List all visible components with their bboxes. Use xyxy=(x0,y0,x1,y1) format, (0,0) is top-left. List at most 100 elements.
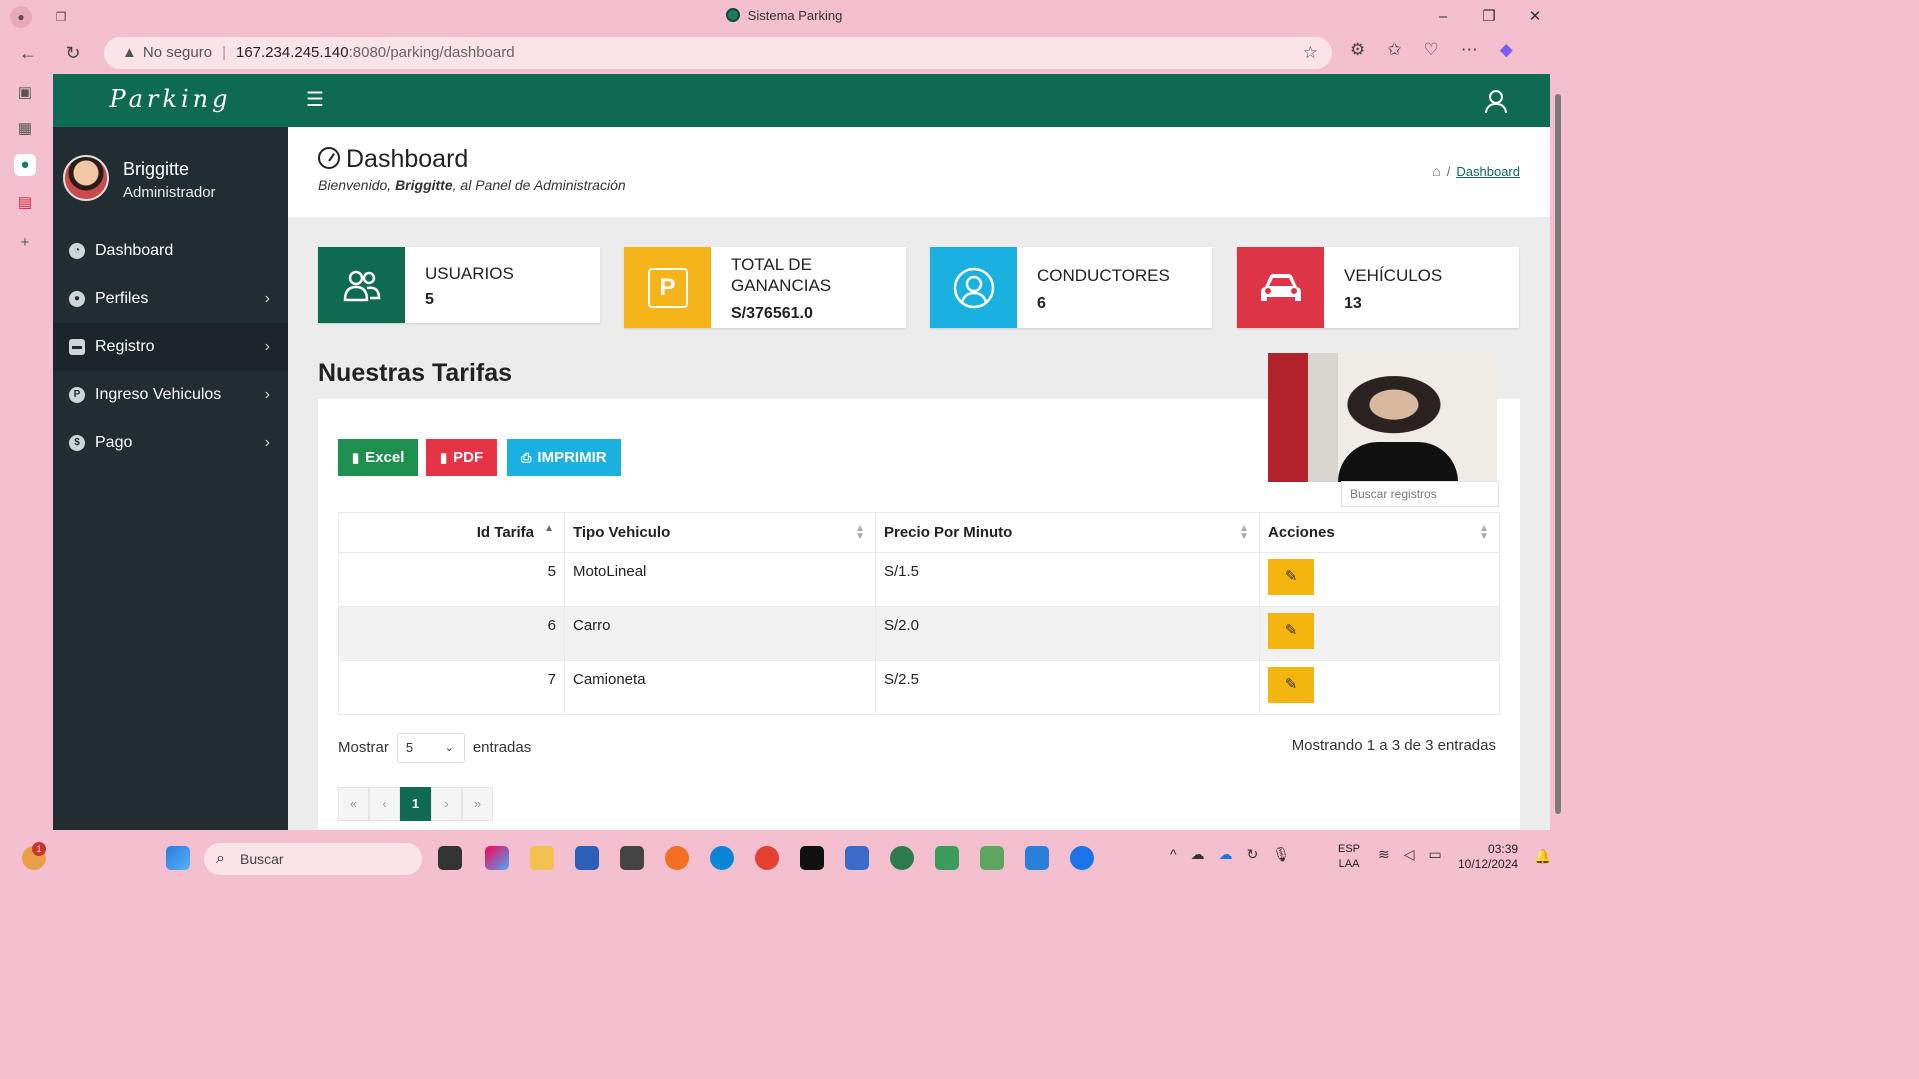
brand-logo[interactable]: Parking xyxy=(53,74,288,127)
user-account-icon[interactable] xyxy=(1484,89,1507,113)
stat-label: CONDUCTORES xyxy=(1037,266,1170,285)
more-menu-icon[interactable]: ⋯ xyxy=(1461,40,1478,60)
edge-icon[interactable] xyxy=(710,846,734,870)
table-row: 6 Carro S/2.0 ✎ xyxy=(338,606,1500,661)
column-header-id[interactable]: Id Tarifa ▲ xyxy=(338,512,565,553)
edit-pencil-button[interactable]: ✎ xyxy=(1268,559,1314,595)
file-explorer-icon[interactable] xyxy=(530,846,554,870)
reload-icon[interactable]: ↻ xyxy=(60,40,86,66)
tray-chevron-up-icon[interactable]: ^ xyxy=(1170,846,1177,863)
sidebar-item-pago[interactable]: $ Pago › xyxy=(53,419,288,467)
start-windows-icon[interactable] xyxy=(166,846,190,870)
notifications-bell-icon[interactable]: 🔔 xyxy=(1534,848,1551,865)
pager-last[interactable]: » xyxy=(462,787,493,821)
table-row: 7 Camioneta S/2.5 ✎ xyxy=(338,660,1500,715)
print-button[interactable]: ⎙ IMPRIMIR xyxy=(507,439,621,476)
copilot-icon[interactable]: ◆ xyxy=(1500,40,1513,60)
stat-label: VEHÍCULOS xyxy=(1344,266,1443,285)
volume-icon[interactable]: ◁ xyxy=(1404,846,1415,863)
breadcrumb: ⌂ / Dashboard xyxy=(1432,163,1520,179)
hs-app-icon[interactable] xyxy=(890,846,914,870)
welcome-text: Bienvenido, Briggitte, al Panel de Admin… xyxy=(318,177,626,193)
table-info: Mostrando 1 a 3 de 3 entradas xyxy=(1291,737,1496,754)
page-title: Dashboard xyxy=(318,145,468,174)
stat-label: TOTAL DE GANANCIAS xyxy=(731,255,832,295)
favorites-icon[interactable]: ✩ xyxy=(1387,40,1401,60)
pager-next[interactable]: › xyxy=(431,787,462,821)
sync-icon[interactable]: ↻ xyxy=(1247,846,1259,863)
dashboard-gauge-icon xyxy=(318,147,340,169)
microphone-icon[interactable]: 🎙 xyxy=(1272,846,1290,863)
dollar-icon: $ xyxy=(69,435,85,451)
restore-button[interactable]: ❐ xyxy=(1466,4,1512,30)
hamburger-menu-icon[interactable]: ☰ xyxy=(306,90,324,110)
cell-id: 7 xyxy=(338,660,565,715)
user-name: Briggitte xyxy=(123,159,190,179)
back-icon[interactable]: ← xyxy=(15,40,41,66)
sort-icon: ▲ ▼ xyxy=(1479,523,1489,542)
breadcrumb-dashboard-link[interactable]: Dashboard xyxy=(1456,164,1520,179)
clock[interactable]: 03:39 10/12/2024 xyxy=(1458,842,1518,872)
notes-app-icon[interactable] xyxy=(1025,846,1049,870)
sidebar-item-label: Ingreso Vehiculos xyxy=(95,386,222,403)
pager-first[interactable]: « xyxy=(338,787,369,821)
intellij-icon[interactable] xyxy=(800,846,824,870)
taskview-icon[interactable] xyxy=(438,846,462,870)
export-pdf-button[interactable]: ▮ PDF xyxy=(426,439,498,476)
taskbar-search[interactable]: ⌕ Buscar xyxy=(204,843,422,875)
copilot-app-icon[interactable] xyxy=(485,846,509,870)
stat-value: S/376561.0 xyxy=(731,305,813,322)
edit-pencil-button[interactable]: ✎ xyxy=(1268,613,1314,649)
amazon-icon[interactable] xyxy=(620,846,644,870)
column-header-tipo[interactable]: Tipo Vehiculo ▲ ▼ xyxy=(564,512,876,553)
sidebar-item-perfiles[interactable]: ● Perfiles › xyxy=(53,275,288,323)
file-pdf-icon: ▮ xyxy=(440,450,448,465)
home-icon[interactable]: ⌂ xyxy=(1432,163,1440,179)
onedrive-icon[interactable]: ☁ xyxy=(1191,846,1205,863)
sidebar-item-dashboard[interactable]: ◔ Dashboard xyxy=(53,227,288,275)
edit-pencil-button[interactable]: ✎ xyxy=(1268,667,1314,703)
page-scrollbar[interactable] xyxy=(1552,74,1564,830)
tab-sheet-icon[interactable]: ▦ xyxy=(14,118,36,140)
chrome-icon[interactable] xyxy=(755,846,779,870)
sidebar-item-ingreso-vehiculos[interactable]: P Ingreso Vehiculos › xyxy=(53,371,288,419)
battery-icon[interactable]: ▭ xyxy=(1429,846,1442,863)
minimize-button[interactable]: – xyxy=(1420,4,1466,30)
sidebar-item-label: Perfiles xyxy=(95,290,149,307)
chart-app-icon[interactable] xyxy=(980,846,1004,870)
chevron-right-icon: › xyxy=(264,338,270,355)
tab-pdf-icon[interactable]: ▤ xyxy=(14,192,36,214)
printer-icon: ⎙ xyxy=(521,450,532,465)
favorite-star-icon[interactable]: ☆ xyxy=(1303,37,1318,69)
tarifas-table: Id Tarifa ▲ Tipo Vehiculo ▲ ▼ Precio Por Mi… xyxy=(338,512,1500,715)
pager-prev[interactable]: ‹ xyxy=(369,787,400,821)
tab-parking-icon[interactable]: ● xyxy=(14,154,36,176)
zoom-icon[interactable] xyxy=(1070,846,1094,870)
address-bar[interactable]: ▲ No seguro | 167.234.245.140:8080/parking/… xyxy=(104,37,1332,69)
network-app-icon[interactable] xyxy=(845,846,869,870)
close-button[interactable]: ✕ xyxy=(1512,4,1558,30)
tab-actions-icon[interactable]: ▣ xyxy=(14,82,36,104)
stat-card-ganancias: P TOTAL DE GANANCIAS S/376561.0 xyxy=(624,247,906,328)
section-title: Nuestras Tarifas xyxy=(318,359,513,387)
scrollbar-thumb[interactable] xyxy=(1555,94,1561,814)
search-input[interactable]: Buscar registros xyxy=(1341,481,1499,507)
office-app-icon[interactable] xyxy=(935,846,959,870)
browser-essentials-icon[interactable]: ♡ xyxy=(1424,40,1439,60)
onedrive-blue-icon[interactable]: ☁ xyxy=(1219,846,1233,863)
sidebar: Parking Briggitte Administrador ◔ Dashbo… xyxy=(53,74,288,830)
column-header-precio[interactable]: Precio Por Minuto ▲ ▼ xyxy=(875,512,1260,553)
column-header-acciones[interactable]: Acciones ▲ ▼ xyxy=(1259,512,1500,553)
dashboard-icon: ◔ xyxy=(69,243,85,259)
export-excel-button[interactable]: ▮ Excel xyxy=(338,439,419,476)
language-indicator[interactable]: ESP LAA xyxy=(1338,842,1360,872)
pager-page-1[interactable]: 1 xyxy=(400,787,431,821)
firefox-icon[interactable] xyxy=(665,846,689,870)
entries-select[interactable]: 5 ⌄ xyxy=(396,733,465,763)
wifi-icon[interactable]: ≋ xyxy=(1378,846,1390,863)
stat-label: USUARIOS xyxy=(425,264,514,283)
store-icon[interactable] xyxy=(575,846,599,870)
sidebar-item-registro[interactable]: ▬ Registro › xyxy=(53,323,288,371)
extensions-icon[interactable]: ⚙ xyxy=(1350,40,1365,60)
new-tab-icon[interactable]: + xyxy=(14,232,36,254)
